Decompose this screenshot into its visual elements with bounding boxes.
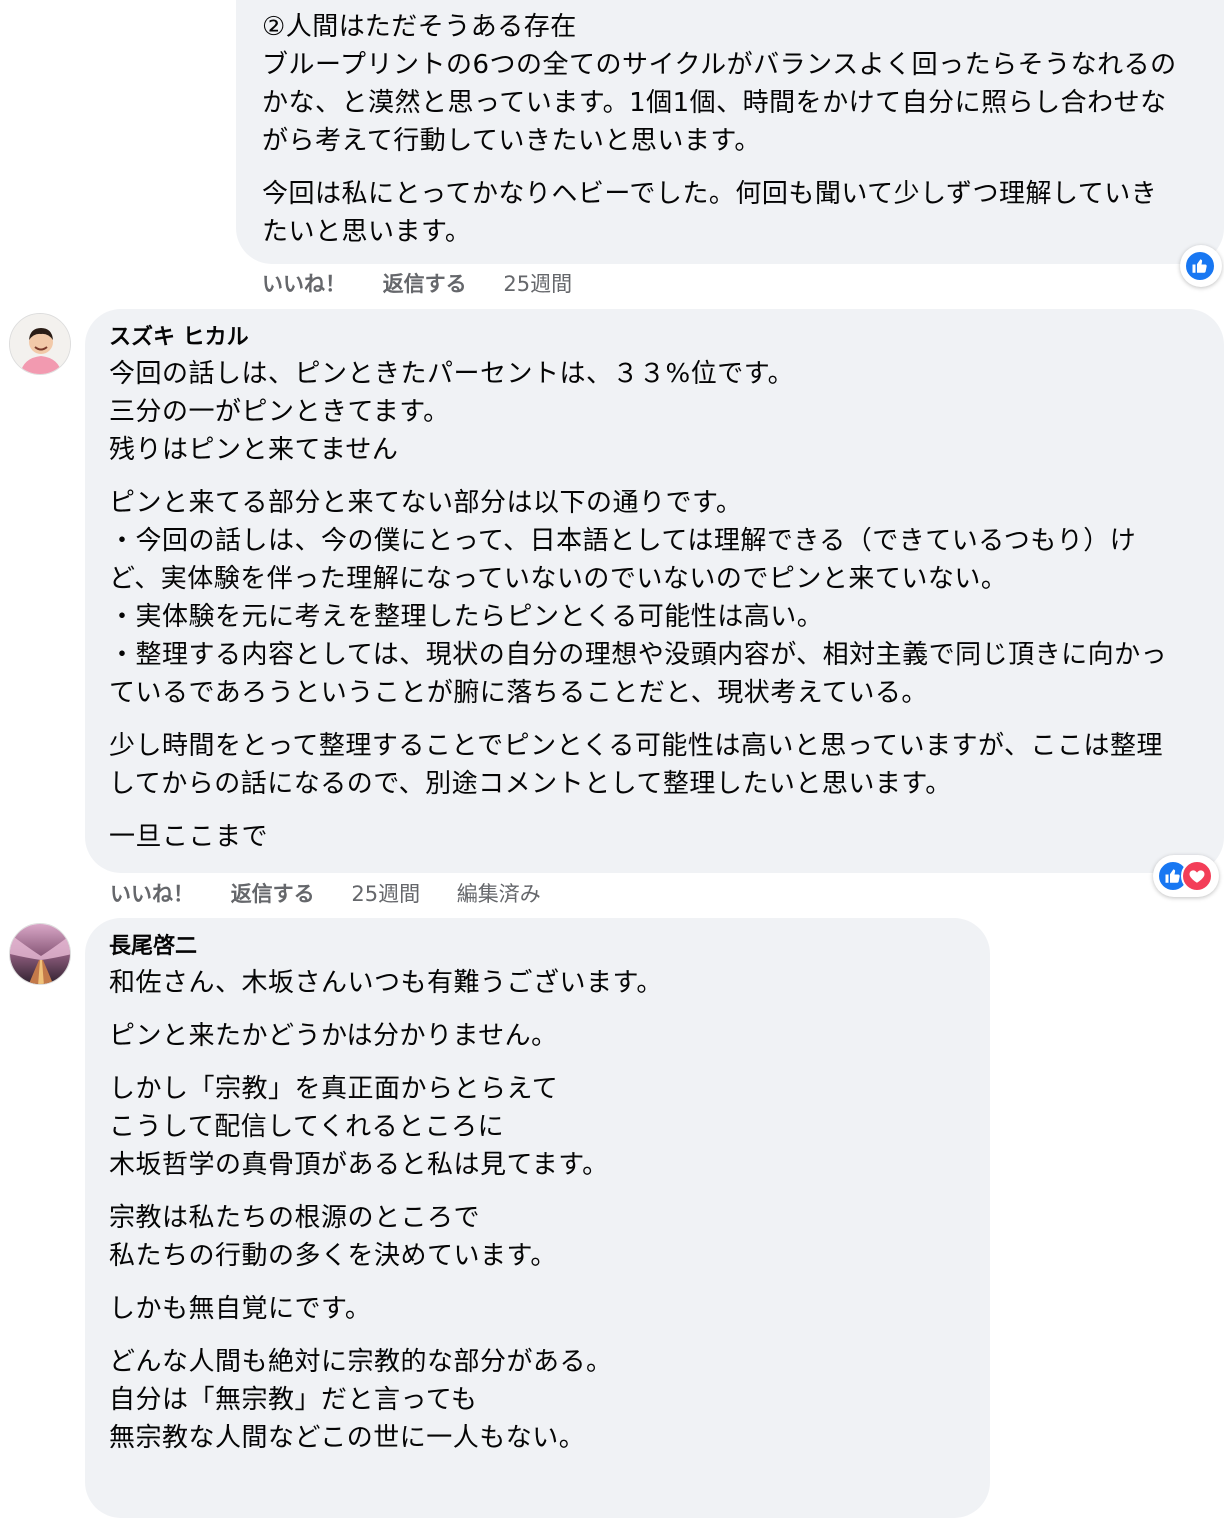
reaction-count[interactable] — [1180, 245, 1222, 287]
comment-bubble: ②人間はただそうある存在 ブループリントの6つの全てのサイクルがバランスよく回っ… — [236, 0, 1224, 264]
text-line: 今回は私にとってかなりヘビーでした。何回も聞いて少しずつ理解していき — [262, 179, 1158, 209]
text-line: 残りはピンと来てません — [109, 435, 399, 465]
reply-link[interactable]: 返信する — [231, 878, 315, 908]
text-line: しかも無自覚にです。 — [109, 1294, 372, 1324]
text-line: 自分は「無宗教」だと言っても — [109, 1385, 478, 1415]
comment-paragraph: しかも無自覚にです。 — [109, 1290, 970, 1328]
text-line: 少し時間をとって整理することでピンとくる可能性は高いと思っていますが、ここは整理 — [109, 731, 1164, 761]
text-line: 無宗教な人間などこの世に一人もない。 — [109, 1423, 586, 1453]
comment-paragraph: 宗教は私たちの根源のところで 私たちの行動の多くを決めています。 — [109, 1199, 970, 1275]
text-line: ピンと来てる部分と来てない部分は以下の通りです。 — [109, 488, 743, 518]
edited-label[interactable]: 編集済み — [457, 878, 541, 908]
text-line: 宗教は私たちの根源のところで — [109, 1203, 481, 1233]
comment-author[interactable]: 長尾啓二 — [109, 932, 970, 962]
comment-paragraph: 今回の話しは、ピンときたパーセントは、３３%位です。 三分の一がピンときてます。… — [109, 355, 1204, 469]
comment-actions: いいね！ 返信する 25週間 編集済み — [110, 878, 571, 908]
text-line: こうして配信してくれるところに — [109, 1112, 505, 1142]
comment-text: 今回の話しは、ピンときたパーセントは、３３%位です。 三分の一がピンときてます。… — [109, 355, 1204, 856]
reply-link[interactable]: 返信する — [383, 268, 467, 298]
text-line: ②人間はただそうある存在 — [262, 12, 577, 42]
comment-paragraph: ピンと来てる部分と来てない部分は以下の通りです。 ・今回の話しは、今の僕にとって… — [109, 484, 1204, 712]
text-line: ているであろうということが腑に落ちることだと、現状考えている。 — [109, 678, 928, 708]
text-line: がら考えて行動していきたいと思います。 — [262, 126, 761, 156]
text-line: 一旦ここまで — [109, 822, 269, 852]
text-line: 今回の話しは、ピンときたパーセントは、３３%位です。 — [109, 359, 795, 389]
text-line: してからの話になるので、別途コメントとして整理したいと思います。 — [109, 769, 952, 799]
text-line: ピンと来たかどうかは分かりません。 — [109, 1021, 558, 1051]
comment-actions: いいね！ 返信する 25週間 — [262, 268, 602, 298]
comment-paragraph: 今回は私にとってかなりヘビーでした。何回も聞いて少しずつ理解していき たいと思い… — [262, 175, 1204, 251]
text-line: ・今回の話しは、今の僕にとって、日本語としては理解できる（できているつもり）け — [109, 526, 1137, 556]
avatar[interactable] — [9, 313, 71, 375]
comment-bubble: 長尾啓二 和佐さん、木坂さんいつも有難うございます。 ピンと来たかどうかは分かり… — [85, 918, 990, 1518]
text-line: たいと思います。 — [262, 217, 472, 247]
timestamp[interactable]: 25週間 — [503, 268, 572, 298]
love-reaction-icon — [1181, 860, 1213, 892]
comment-paragraph: しかし「宗教」を真正面からとらえて こうして配信してくれるところに 木坂哲学の真… — [109, 1070, 970, 1184]
comment-paragraph: どんな人間も絶対に宗教的な部分がある。 自分は「無宗教」だと言っても 無宗教な人… — [109, 1343, 970, 1457]
comment-bubble: スズキ ヒカル 今回の話しは、ピンときたパーセントは、３３%位です。 三分の一が… — [85, 309, 1224, 873]
text-line: ・整理する内容としては、現状の自分の理想や没頭内容が、相対主義で同じ頂きに向かっ — [109, 640, 1168, 670]
comment-paragraph: 一旦ここまで — [109, 818, 1204, 856]
text-line: 私たちの行動の多くを決めています。 — [109, 1241, 557, 1271]
comment-paragraph: ②人間はただそうある存在 ブループリントの6つの全てのサイクルがバランスよく回っ… — [262, 8, 1204, 160]
text-line: ・実体験を元に考えを整理したらピンとくる可能性は高い。 — [109, 602, 824, 632]
text-line: 三分の一がピンときてます。 — [109, 397, 450, 427]
text-line: 木坂哲学の真骨頂があると私は見てます。 — [109, 1150, 609, 1180]
text-line: ブループリントの6つの全てのサイクルがバランスよく回ったらそうなれるの — [262, 50, 1177, 80]
comment-text: ②人間はただそうある存在 ブループリントの6つの全てのサイクルがバランスよく回っ… — [262, 8, 1204, 251]
comment-text: 和佐さん、木坂さんいつも有難うございます。 ピンと来たかどうかは分かりません。 … — [109, 964, 970, 1457]
comment-author[interactable]: スズキ ヒカル — [109, 323, 1204, 353]
comment-paragraph: 和佐さん、木坂さんいつも有難うございます。 — [109, 964, 970, 1002]
like-link[interactable]: いいね！ — [262, 268, 346, 298]
like-link[interactable]: いいね！ — [110, 878, 194, 908]
text-line: 和佐さん、木坂さんいつも有難うございます。 — [109, 968, 663, 998]
text-line: ど、実体験を伴った理解になっていないのでいないのでピンと来ていない。 — [109, 564, 1008, 594]
reaction-count[interactable] — [1153, 855, 1219, 897]
comment-paragraph: ピンと来たかどうかは分かりません。 — [109, 1017, 970, 1055]
text-line: しかし「宗教」を真正面からとらえて — [109, 1074, 559, 1104]
comment-paragraph: 少し時間をとって整理することでピンとくる可能性は高いと思っていますが、ここは整理… — [109, 727, 1204, 803]
text-line: どんな人間も絶対に宗教的な部分がある。 — [109, 1347, 613, 1377]
avatar[interactable] — [9, 923, 71, 985]
text-line: かな、と漠然と思っています。1個1個、時間をかけて自分に照らし合わせな — [262, 88, 1167, 118]
timestamp[interactable]: 25週間 — [351, 878, 420, 908]
like-reaction-icon — [1184, 250, 1216, 282]
